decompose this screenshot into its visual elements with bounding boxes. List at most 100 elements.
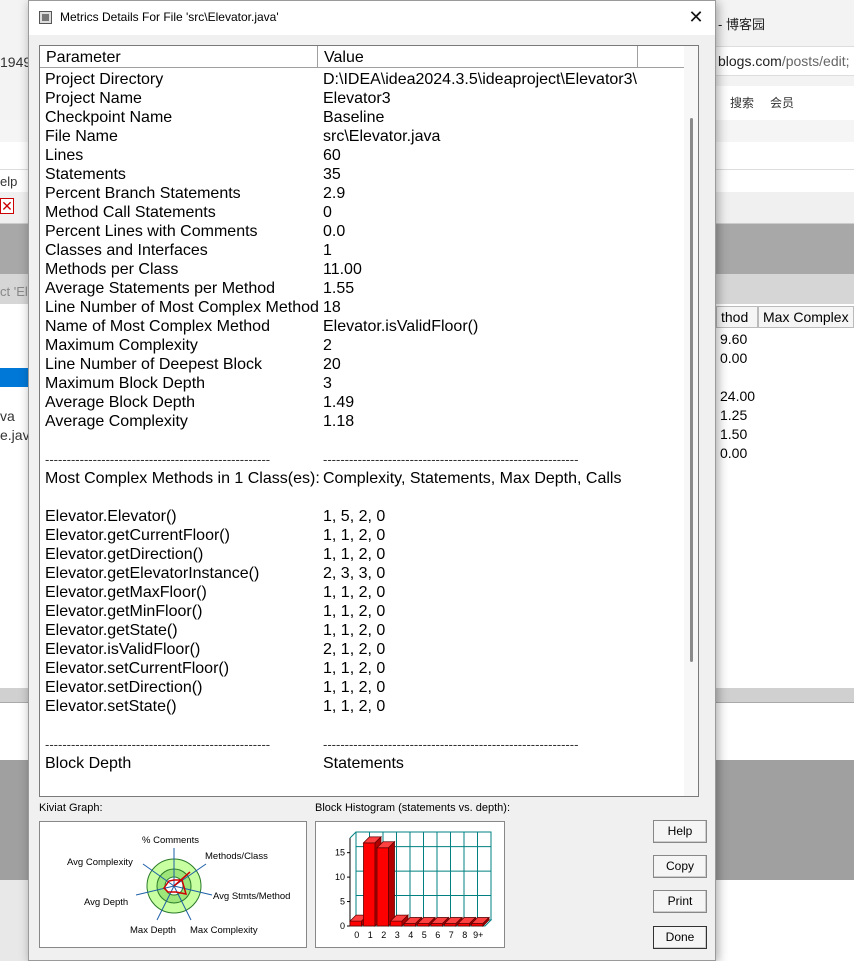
metric-parameter: Elevator.setState() [45, 698, 177, 715]
metric-row[interactable] [40, 488, 685, 507]
metric-row[interactable]: Classes and Interfaces 1 [40, 241, 685, 260]
metric-row[interactable]: Methods per Class 11.00 [40, 260, 685, 279]
metric-value: 2, 3, 3, 0 [323, 565, 386, 582]
metric-parameter: Line Number of Most Complex Method [45, 299, 319, 316]
background-nav: 搜索 会员 [716, 86, 854, 120]
metric-row[interactable]: Elevator.getState() 1, 1, 2, 0 [40, 621, 685, 640]
metric-row[interactable]: Elevator.Elevator() 1, 5, 2, 0 [40, 507, 685, 526]
metric-row[interactable]: Line Number of Most Complex Method 18 [40, 298, 685, 317]
metric-row[interactable]: Project Directory D:\IDEA\idea2024.3.5\id… [40, 70, 685, 89]
metric-parameter: Statements [45, 166, 126, 183]
metric-value: Statements [323, 755, 404, 772]
metric-row[interactable]: Elevator.getCurrentFloor() 1, 1, 2, 0 [40, 526, 685, 545]
metric-value: 1, 5, 2, 0 [323, 508, 386, 525]
metric-row[interactable]: Statements 35 [40, 165, 685, 184]
help-button[interactable]: Help [653, 820, 707, 843]
metric-parameter: Project Name [45, 90, 142, 107]
metric-row[interactable]: Elevator.setDirection() 1, 1, 2, 0 [40, 678, 685, 697]
block-histogram-label: Block Histogram (statements vs. depth): [315, 802, 511, 814]
kiviat-axis-label: Avg Stmts/Method [213, 891, 290, 902]
metric-value: src\Elevator.java [323, 128, 441, 145]
histogram-bar [376, 847, 389, 927]
metric-value: Complexity, Statements, Max Depth, Calls [323, 470, 622, 487]
metric-parameter: Average Block Depth [45, 394, 196, 411]
metric-row[interactable]: Name of Most Complex Method Elevator.isVa… [40, 317, 685, 336]
metric-parameter: Percent Branch Statements [45, 185, 241, 202]
metric-parameter: Checkpoint Name [45, 109, 173, 126]
metric-parameter: Elevator.getMinFloor() [45, 603, 203, 620]
metric-parameter: Average Complexity [45, 413, 188, 430]
metric-row[interactable]: Method Call Statements 0 [40, 203, 685, 222]
metrics-details-dialog: Metrics Details For File 'src\Elevator.j… [28, 0, 716, 961]
metric-parameter: Elevator.getMaxFloor() [45, 584, 207, 601]
metric-row[interactable]: Average Statements per Method 1.55 [40, 279, 685, 298]
metric-row[interactable] [40, 431, 685, 450]
metric-row[interactable]: Most Complex Methods in 1 Class(es): Comp… [40, 469, 685, 488]
metric-row[interactable]: Elevator.setCurrentFloor() 1, 1, 2, 0 [40, 659, 685, 678]
metric-row[interactable]: Line Number of Deepest Block 20 [40, 355, 685, 374]
metric-row[interactable]: ----------------------------------------… [40, 450, 685, 469]
metric-row[interactable] [40, 716, 685, 735]
metric-parameter: Most Complex Methods in 1 Class(es): [45, 470, 320, 487]
metric-row[interactable]: Elevator.getMaxFloor() 1, 1, 2, 0 [40, 583, 685, 602]
metric-parameter: Elevator.getCurrentFloor() [45, 527, 230, 544]
metric-row[interactable]: Elevator.getMinFloor() 1, 1, 2, 0 [40, 602, 685, 621]
metric-value: Elevator3 [323, 90, 391, 107]
background-address-path: /posts/edit; [781, 53, 850, 69]
dialog-titlebar[interactable]: Metrics Details For File 'src\Elevator.j… [29, 1, 715, 35]
metrics-rows: Project Directory D:\IDEA\idea2024.3.5\id… [40, 70, 685, 773]
metric-row[interactable]: Elevator.isValidFloor() 2, 1, 2, 0 [40, 640, 685, 659]
column-header-value[interactable]: Value [318, 46, 638, 68]
metric-row[interactable]: Maximum Complexity 2 [40, 336, 685, 355]
background-table-cell: 0.00 [720, 445, 748, 461]
metric-row[interactable]: File Name src\Elevator.java [40, 127, 685, 146]
metric-value: 1, 1, 2, 0 [323, 584, 386, 601]
column-header-parameter[interactable]: Parameter [40, 46, 318, 68]
metric-row[interactable]: Elevator.setState() 1, 1, 2, 0 [40, 697, 685, 716]
kiviat-graph-label: Kiviat Graph: [39, 802, 103, 814]
metric-value: 2, 1, 2, 0 [323, 641, 386, 658]
background-table-cell: 9.60 [720, 331, 748, 347]
metric-row[interactable]: Average Block Depth 1.49 [40, 393, 685, 412]
close-icon[interactable]: ✕ [683, 5, 709, 29]
metric-value: 2.9 [323, 185, 346, 202]
background-address-bar: blogs.com/posts/edit; [716, 46, 854, 76]
metric-row[interactable]: Lines 60 [40, 146, 685, 165]
metric-parameter: Elevator.setDirection() [45, 679, 203, 696]
metric-row[interactable]: Elevator.getDirection() 1, 1, 2, 0 [40, 545, 685, 564]
histogram-x-tick-label: 0 [354, 930, 359, 940]
metrics-details-list[interactable]: Parameter Value Project Directory D:\IDEA… [39, 45, 699, 797]
histogram-bar-side [388, 840, 395, 927]
metric-row[interactable]: Elevator.getElevatorInstance() 2, 3, 3, 0 [40, 564, 685, 583]
metric-value: ----------------------------------------… [323, 737, 579, 752]
metric-value: 1 [323, 242, 332, 259]
metric-row[interactable]: Project Name Elevator3 [40, 89, 685, 108]
metric-row[interactable]: Maximum Block Depth 3 [40, 374, 685, 393]
metric-value: 1.49 [323, 394, 355, 411]
metric-row[interactable]: Checkpoint Name Baseline [40, 108, 685, 127]
metric-parameter: Project Directory [45, 71, 164, 88]
histogram-x-tick-label: 7 [449, 930, 454, 940]
metric-parameter: Maximum Block Depth [45, 375, 206, 392]
metric-parameter: Percent Lines with Comments [45, 223, 258, 240]
metric-value: 20 [323, 356, 341, 373]
print-button[interactable]: Print [653, 890, 707, 913]
metric-row[interactable]: Block Depth Statements [40, 754, 685, 773]
block-histogram: 0 5 10 15 0 1 2 3 4 5 6 7 8 9+ [315, 821, 505, 948]
vertical-scrollbar[interactable] [684, 46, 698, 796]
column-header-empty [638, 46, 686, 68]
metric-parameter: Methods per Class [45, 261, 179, 278]
metric-row[interactable]: ----------------------------------------… [40, 735, 685, 754]
metric-row[interactable]: Percent Lines with Comments 0.0 [40, 222, 685, 241]
histogram-axis-edge [349, 831, 357, 839]
kiviat-graph-svg: % Comments Methods/Class Avg Stmts/Metho… [67, 835, 290, 936]
metric-row[interactable]: Average Complexity 1.18 [40, 412, 685, 431]
background-table-header: Max Complex [758, 306, 854, 328]
copy-button[interactable]: Copy [653, 855, 707, 878]
metric-row[interactable]: Percent Branch Statements 2.9 [40, 184, 685, 203]
metric-value: 1, 1, 2, 0 [323, 546, 386, 563]
done-button[interactable]: Done [653, 926, 707, 949]
metric-value: 18 [323, 299, 341, 316]
scrollbar-thumb[interactable] [690, 118, 693, 662]
block-histogram-svg: 0510150 1 2 3 4 5 6 7 8 9+ [335, 831, 493, 940]
